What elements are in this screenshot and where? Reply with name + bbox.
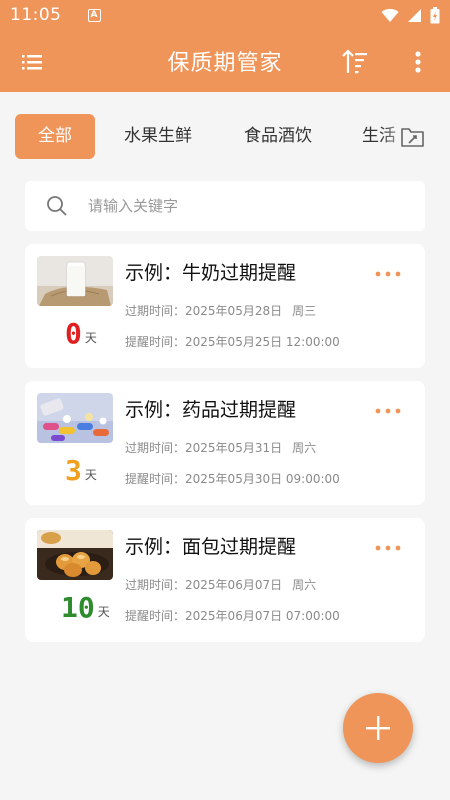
expire-weekday: 周六 <box>292 441 317 455</box>
sort-icon[interactable] <box>340 47 370 77</box>
expire-line: 过期时间：2025年05月31日 周六 <box>125 439 316 456</box>
list-item[interactable]: 3 天 示例：药品过期提醒 过期时间：2025年05月31日 周六 提醒时间：20… <box>25 381 425 505</box>
expire-label: 过期时间： <box>125 304 186 318</box>
search-input[interactable] <box>88 197 388 215</box>
remind-line: 提醒时间：2025年06月07日 07:00:00 <box>125 607 340 624</box>
remind-label: 提醒时间： <box>125 609 186 623</box>
days-unit: 天 <box>84 331 97 345</box>
days-left: 10 天 <box>61 592 110 622</box>
expire-date: 2025年06月07日 <box>185 578 283 592</box>
status-icons <box>381 6 440 24</box>
days-left: 0 天 <box>65 318 97 348</box>
remind-label: 提醒时间： <box>125 472 186 486</box>
bread-photo <box>37 530 113 580</box>
expire-label: 过期时间： <box>125 441 186 455</box>
remind-line: 提醒时间：2025年05月25日 12:00:00 <box>125 333 340 350</box>
plus-icon <box>366 716 390 740</box>
days-unit: 天 <box>97 605 110 619</box>
remind-line: 提醒时间：2025年05月30日 09:00:00 <box>125 470 340 487</box>
status-bar: 11:05 A <box>0 0 450 30</box>
expire-line: 过期时间：2025年05月28日 周三 <box>125 302 316 319</box>
wifi-icon <box>381 8 399 22</box>
remind-datetime: 2025年06月07日 07:00:00 <box>185 609 340 623</box>
days-left: 3 天 <box>65 455 97 485</box>
toolbar: 保质期管家 <box>0 30 450 92</box>
remind-label: 提醒时间： <box>125 335 186 349</box>
item-name: 示例：面包过期提醒 <box>125 536 297 558</box>
days-unit: 天 <box>84 468 97 482</box>
expire-weekday: 周三 <box>292 304 317 318</box>
tab-fruit-fresh[interactable]: 水果生鲜 <box>112 114 204 159</box>
cell-signal-icon <box>408 8 421 22</box>
days-left-number: 3 <box>65 454 82 487</box>
folder-manage-icon[interactable] <box>400 125 426 149</box>
more-vert-icon[interactable] <box>406 47 430 77</box>
expire-date: 2025年05月28日 <box>185 304 283 318</box>
remind-datetime: 2025年05月30日 09:00:00 <box>185 472 340 486</box>
list-item[interactable]: 0 天 示例：牛奶过期提醒 过期时间：2025年05月28日 周三 提醒时间：20… <box>25 244 425 368</box>
more-horiz-icon[interactable] <box>373 538 403 558</box>
pills-photo <box>37 393 113 443</box>
expire-line: 过期时间：2025年06月07日 周六 <box>125 576 316 593</box>
notification-icon: A <box>87 8 101 22</box>
search-icon <box>47 196 67 216</box>
status-time: 11:05 <box>10 5 62 25</box>
search-bar <box>25 181 425 231</box>
list-item[interactable]: 10 天 示例：面包过期提醒 过期时间：2025年06月07日 周六 提醒时间：2… <box>25 518 425 642</box>
tab-all[interactable]: 全部 <box>15 114 95 159</box>
battery-icon <box>430 6 440 23</box>
expire-weekday: 周六 <box>292 578 317 592</box>
more-horiz-icon[interactable] <box>373 401 403 421</box>
remind-datetime: 2025年05月25日 12:00:00 <box>185 335 340 349</box>
add-item-button[interactable] <box>343 693 413 763</box>
page-title: 保质期管家 <box>167 51 283 76</box>
item-name: 示例：牛奶过期提醒 <box>125 262 297 284</box>
expire-label: 过期时间： <box>125 578 186 592</box>
item-name: 示例：药品过期提醒 <box>125 399 297 421</box>
milk-photo <box>37 256 113 306</box>
days-left-number: 10 <box>61 591 95 624</box>
more-horiz-icon[interactable] <box>373 264 403 284</box>
menu-icon[interactable] <box>18 48 46 76</box>
category-tabs: 全部 水果生鲜 食品酒饮 生活 <box>0 110 450 164</box>
tab-food-drink[interactable]: 食品酒饮 <box>232 114 324 159</box>
app-bar: 11:05 A 保质期管家 <box>0 0 450 92</box>
expire-date: 2025年05月31日 <box>185 441 283 455</box>
days-left-number: 0 <box>65 317 82 350</box>
